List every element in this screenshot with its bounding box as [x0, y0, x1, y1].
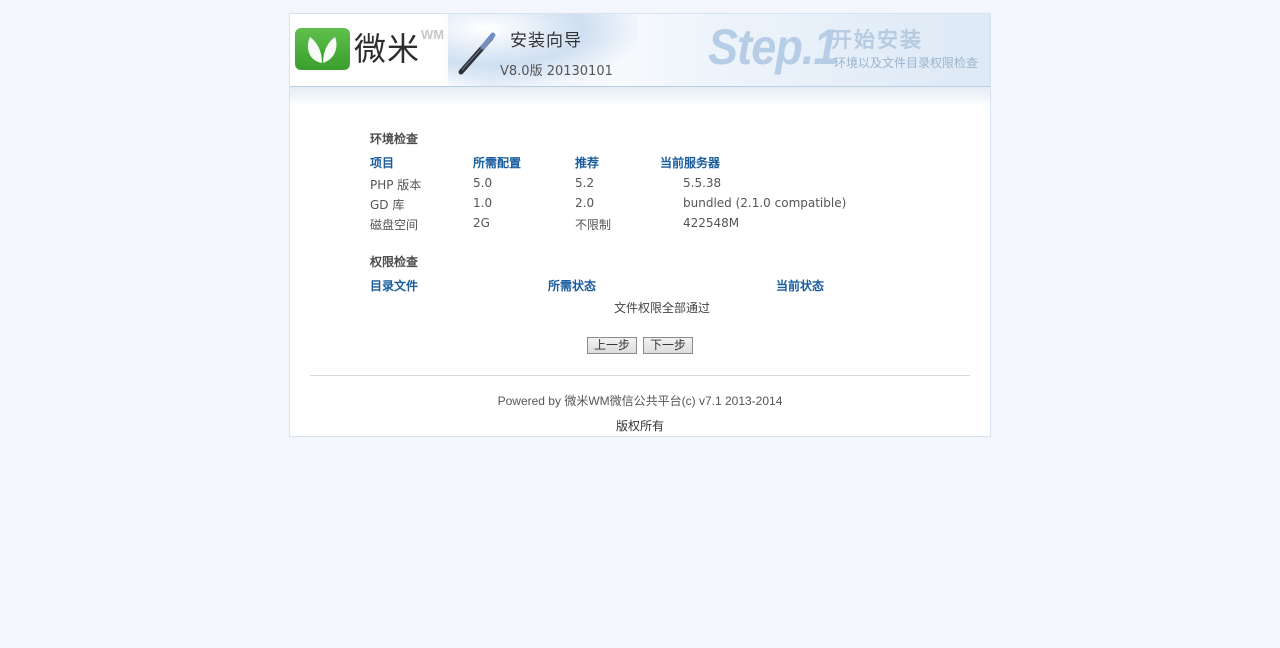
env-check-title: 环境检查: [370, 132, 419, 146]
env-row-gd-recommended: 2.0: [575, 196, 595, 210]
wizard-title: 安装向导: [510, 31, 582, 51]
step-title: 开始安装: [831, 28, 923, 52]
step-subtitle: 环境以及文件目录权限检查: [834, 56, 979, 70]
env-row-php-current: 5.5.38: [683, 176, 722, 190]
env-row-gd-current: bundled (2.1.0 compatible): [683, 196, 847, 210]
col-header-required-status: 所需状态: [548, 279, 597, 293]
env-row-disk-recommended: 不限制: [575, 218, 612, 232]
col-header-item: 项目: [370, 156, 395, 170]
header-shadow-band: [290, 87, 990, 107]
footer-divider: [310, 375, 970, 376]
wizard-version: V8.0版 20130101: [500, 64, 613, 79]
env-row-disk-current: 422548M: [683, 216, 740, 230]
env-row-php-recommended: 5.2: [575, 176, 595, 190]
env-row-gd-item: GD 库: [370, 198, 405, 212]
env-row-php-item: PHP 版本: [370, 178, 422, 192]
footer-powered-by: Powered by 微米WM微信公共平台(c) v7.1 2013-2014: [497, 394, 783, 408]
installer-header: 微米 WM 安装向导 V8.0版 20130101 Step.1 开始安装 环境…: [290, 14, 990, 87]
step-label: Step.1: [708, 19, 839, 75]
col-header-current-status: 当前状态: [776, 279, 825, 293]
footer-copyright: 版权所有: [615, 419, 664, 433]
env-row-php-required: 5.0: [473, 176, 493, 190]
magic-wand-icon: [453, 26, 503, 81]
logo-superscript: WM: [421, 27, 445, 42]
perm-check-message: 文件权限全部通过: [613, 301, 710, 315]
leaf-logo-icon: [295, 28, 350, 70]
col-header-required: 所需配置: [473, 156, 522, 170]
installer-panel: 微米 WM 安装向导 V8.0版 20130101 Step.1 开始安装 环境…: [289, 13, 991, 437]
env-row-gd-required: 1.0: [473, 196, 493, 210]
env-row-disk-item: 磁盘空间: [370, 218, 419, 232]
col-header-directory: 目录文件: [370, 279, 419, 293]
logo-text: 微米: [354, 30, 421, 68]
prev-step-button[interactable]: 上一步: [587, 337, 637, 354]
env-row-disk-required: 2G: [473, 216, 490, 230]
perm-check-title: 权限检查: [370, 255, 419, 269]
col-header-recommended: 推荐: [575, 156, 600, 170]
col-header-current-server: 当前服务器: [660, 156, 721, 170]
next-step-button[interactable]: 下一步: [643, 337, 693, 354]
